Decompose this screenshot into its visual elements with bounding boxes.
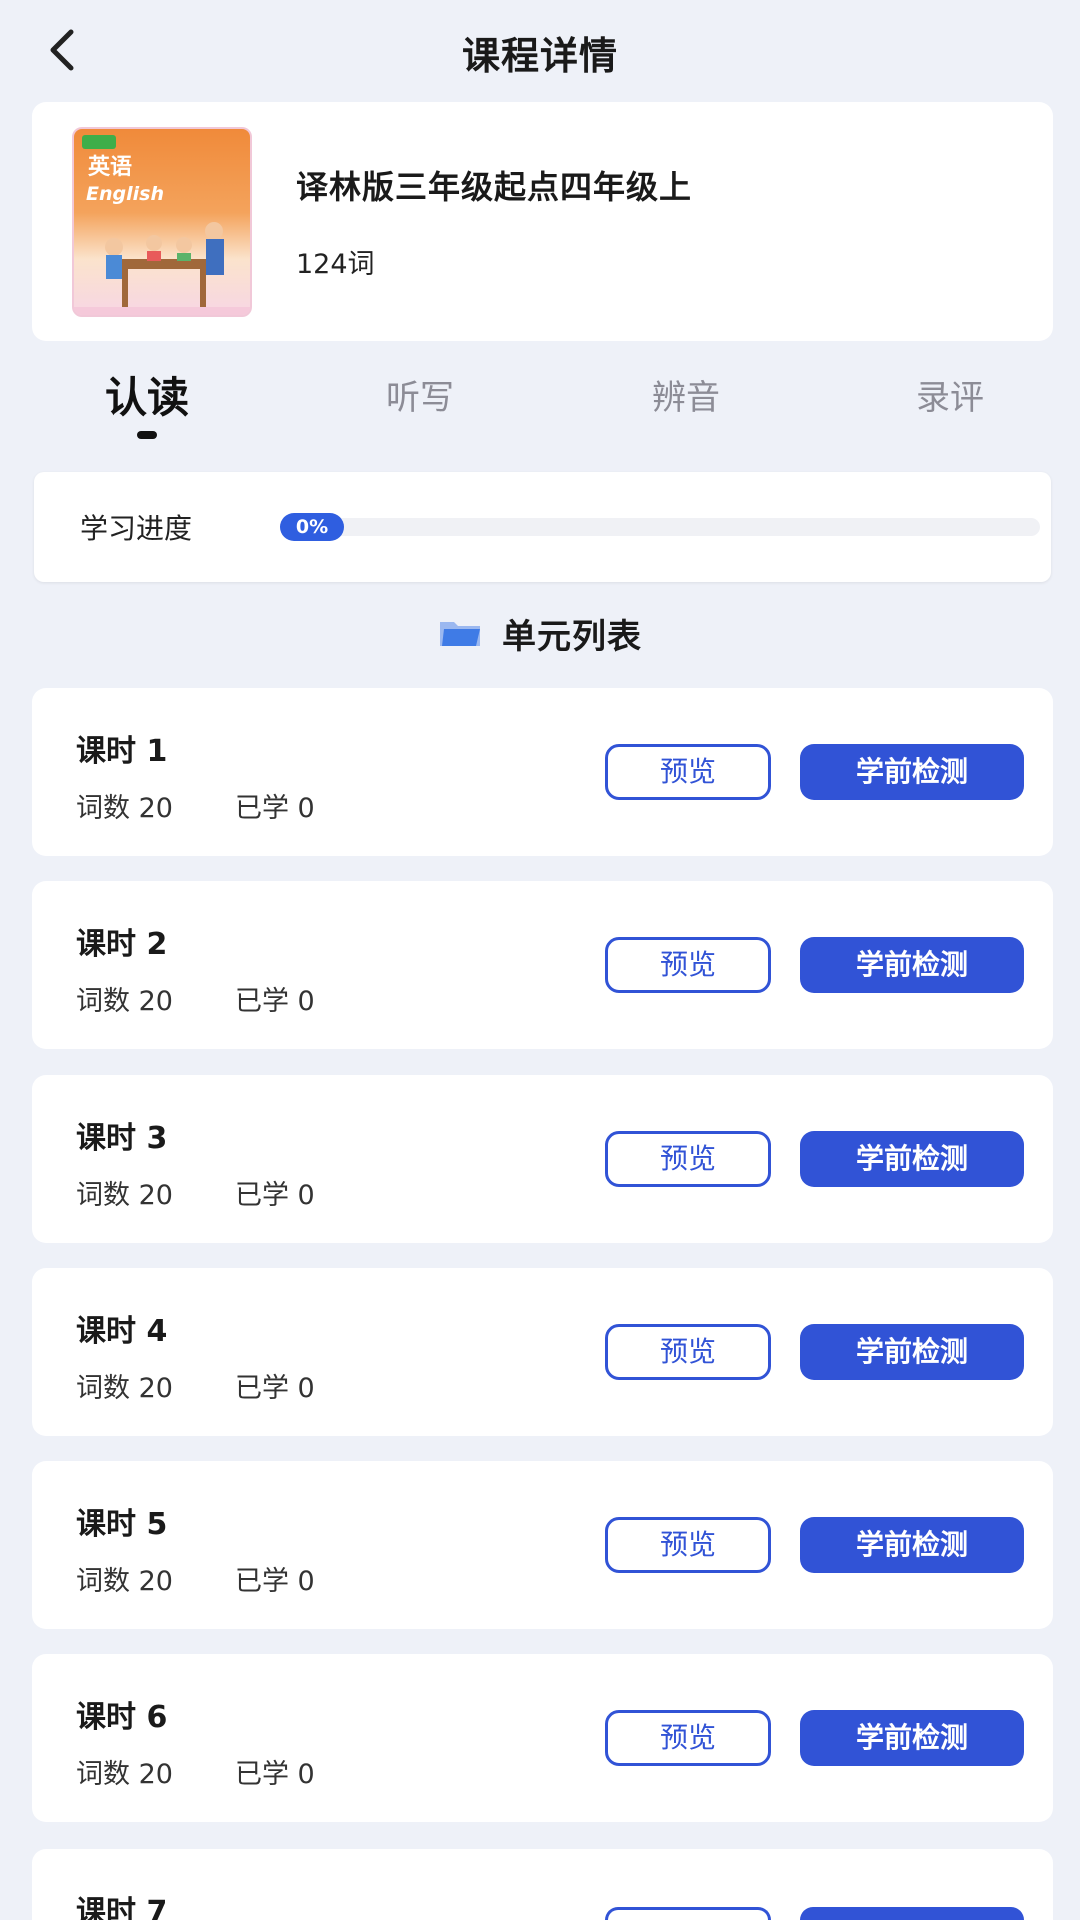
- lesson-title: 课时 6: [76, 1700, 168, 1735]
- lesson-word-count: 词数 20: [76, 793, 173, 824]
- section-header: 单元列表: [0, 608, 1080, 658]
- lesson-learned-count: 已学 0: [234, 986, 315, 1017]
- lesson-title: 课时 7: [76, 1895, 168, 1920]
- mode-tabs: 认读 听写 辨音 录评: [0, 364, 1080, 454]
- lesson-meta: 词数 20 已学 0: [76, 979, 315, 1018]
- lesson-learned-count: 已学 0: [234, 1566, 315, 1597]
- lesson-word-count: 词数 20: [76, 1180, 173, 1211]
- pretest-button[interactable]: 学前检测: [800, 744, 1024, 800]
- nav-bar: 课程详情: [0, 0, 1080, 104]
- lesson-learned-count: 已学 0: [234, 1180, 315, 1211]
- lesson-title: 课时 4: [76, 1314, 168, 1349]
- pretest-button[interactable]: 学前检测: [800, 1710, 1024, 1766]
- pretest-button[interactable]: 学前检测: [800, 1324, 1024, 1380]
- lesson-card[interactable]: 课时 6 词数 20 已学 0 预览 学前检测: [32, 1654, 1053, 1822]
- pretest-button[interactable]: 学前检测: [800, 937, 1024, 993]
- preview-button[interactable]: 预览: [605, 1324, 771, 1380]
- progress-percent-badge: 0%: [280, 513, 344, 541]
- pretest-button[interactable]: [800, 1907, 1024, 1920]
- preview-button[interactable]: 预览: [605, 1131, 771, 1187]
- preview-button[interactable]: 预览: [605, 1517, 771, 1573]
- cover-illustration: [74, 221, 250, 315]
- lesson-title: 课时 3: [76, 1121, 168, 1156]
- course-word-count: 124词: [296, 249, 375, 280]
- lesson-learned-count: 已学 0: [234, 1759, 315, 1790]
- lesson-meta: 词数 20 已学 0: [76, 786, 315, 825]
- lesson-card[interactable]: 课时 1 词数 20 已学 0 预览 学前检测: [32, 688, 1053, 856]
- progress-label: 学习进度: [80, 512, 193, 545]
- lesson-title: 课时 2: [76, 927, 168, 962]
- course-name: 译林版三年级起点四年级上: [296, 168, 693, 206]
- course-info: 译林版三年级起点四年级上 124词: [296, 162, 692, 281]
- lesson-meta: 词数 20 已学 0: [76, 1752, 315, 1791]
- tab-read[interactable]: 认读: [67, 364, 227, 425]
- pretest-button[interactable]: 学前检测: [800, 1131, 1024, 1187]
- tab-record[interactable]: 录评: [870, 370, 1030, 419]
- lesson-word-count: 词数 20: [76, 1566, 173, 1597]
- chevron-left-icon: [50, 29, 74, 71]
- pretest-button[interactable]: 学前检测: [800, 1517, 1024, 1573]
- cover-subtitle: English: [86, 182, 164, 205]
- page-title: 课程详情: [461, 33, 618, 78]
- tab-dictation[interactable]: 听写: [340, 370, 500, 419]
- cover-title: 英语: [88, 154, 133, 180]
- lesson-word-count: 词数 20: [76, 1373, 173, 1404]
- course-card: 英语 English 译林版三年级起点四年级上 124词: [32, 102, 1053, 341]
- lesson-title: 课时 5: [76, 1507, 168, 1542]
- lesson-word-count: 词数 20: [76, 986, 173, 1017]
- lesson-title: 课时 1: [76, 734, 168, 769]
- preview-button[interactable]: 预览: [605, 744, 771, 800]
- section-title: 单元列表: [502, 616, 642, 657]
- course-cover-image: 英语 English: [72, 126, 252, 317]
- tab-phonics[interactable]: 辨音: [606, 370, 766, 419]
- lesson-learned-count: 已学 0: [234, 793, 315, 824]
- preview-button[interactable]: 预览: [605, 1710, 771, 1766]
- preview-button[interactable]: 预览: [605, 937, 771, 993]
- active-tab-indicator: [137, 431, 157, 439]
- folder-icon: [440, 622, 480, 646]
- lesson-meta: 词数 20 已学 0: [76, 1559, 315, 1598]
- lesson-meta: 词数 20 已学 0: [76, 1173, 315, 1212]
- lesson-card[interactable]: 课时 4 词数 20 已学 0 预览 学前检测: [32, 1268, 1053, 1436]
- lesson-card[interactable]: 课时 7: [32, 1849, 1053, 1920]
- progress-bar: [280, 518, 1040, 536]
- lesson-card[interactable]: 课时 3 词数 20 已学 0 预览 学前检测: [32, 1075, 1053, 1243]
- back-button[interactable]: [36, 24, 88, 76]
- lesson-word-count: 词数 20: [76, 1759, 173, 1790]
- lesson-learned-count: 已学 0: [234, 1373, 315, 1404]
- lesson-card[interactable]: 课时 2 词数 20 已学 0 预览 学前检测: [32, 881, 1053, 1049]
- preview-button[interactable]: [605, 1907, 771, 1920]
- lesson-card[interactable]: 课时 5 词数 20 已学 0 预览 学前检测: [32, 1461, 1053, 1629]
- progress-card: 学习进度 0%: [34, 472, 1051, 582]
- lesson-meta: 词数 20 已学 0: [76, 1366, 315, 1405]
